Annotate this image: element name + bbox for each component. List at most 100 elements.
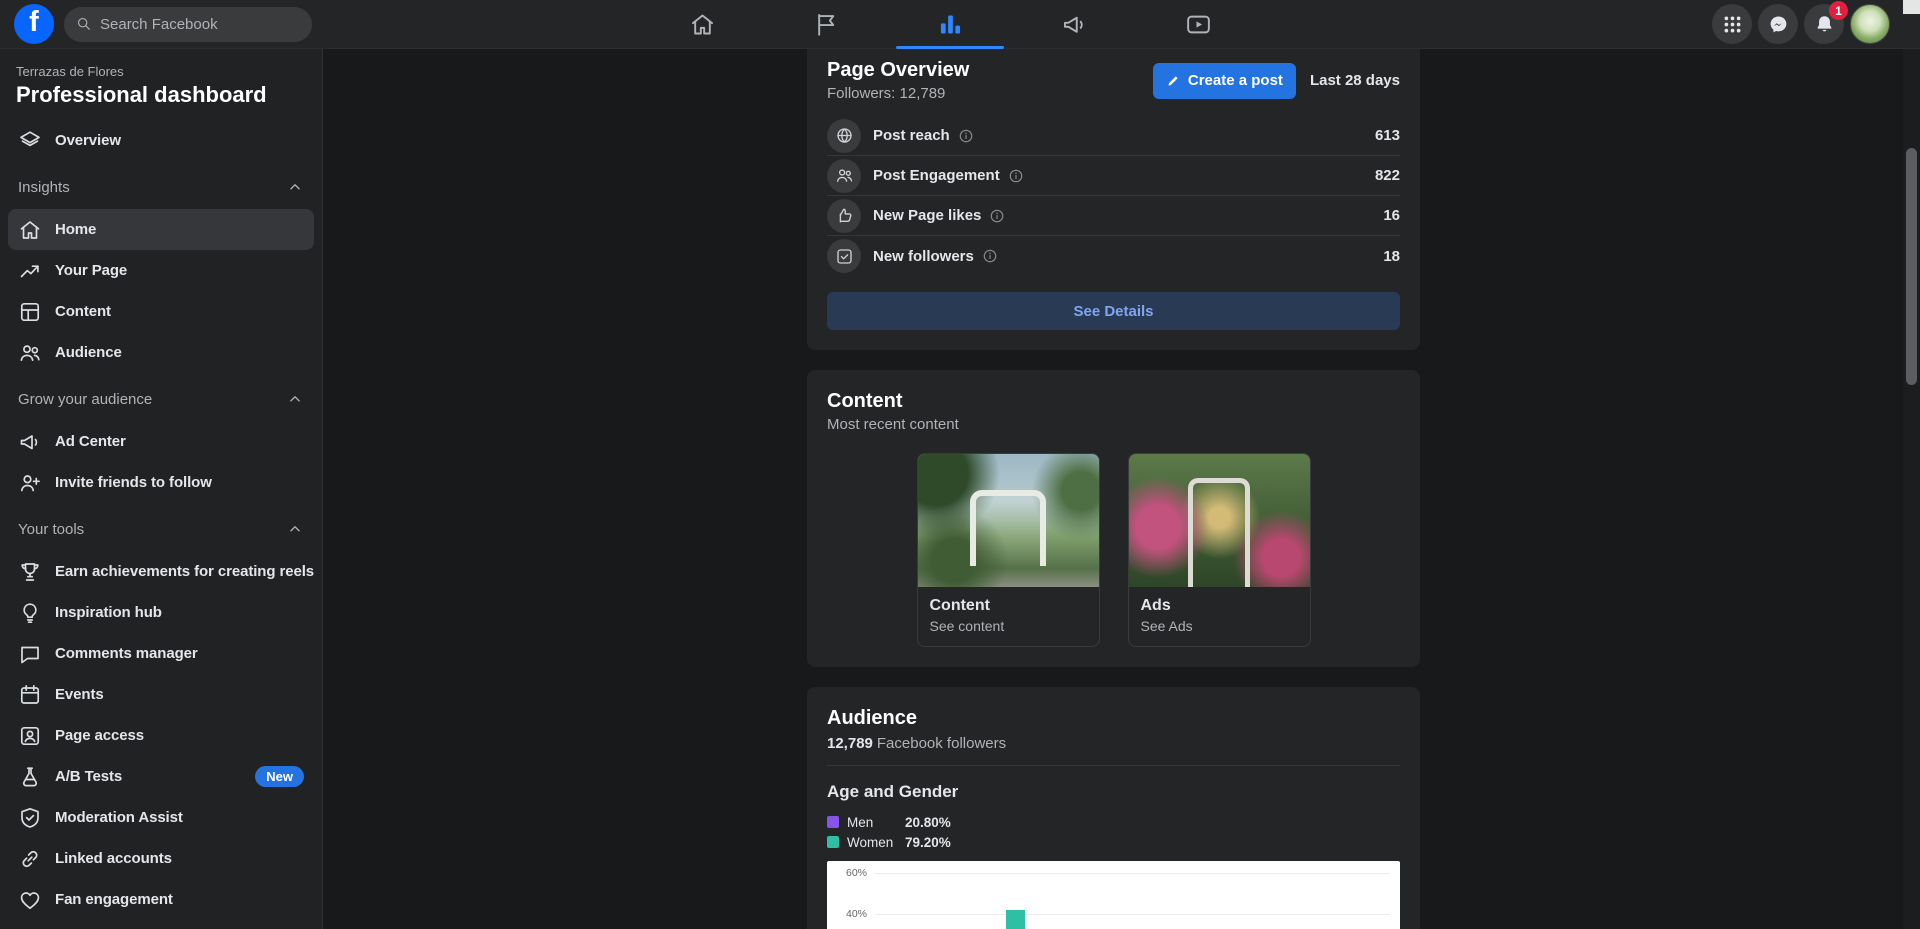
sidebar-item-label: Your Page <box>55 262 128 279</box>
info-icon[interactable] <box>958 128 974 144</box>
messenger-icon <box>1768 14 1789 35</box>
nav-tab-video[interactable] <box>1136 0 1260 49</box>
period-label[interactable]: Last 28 days <box>1310 72 1400 89</box>
invite-icon <box>18 471 42 495</box>
section-label: Grow your audience <box>18 390 153 408</box>
content-title: Content <box>827 390 903 412</box>
globe-icon <box>827 118 861 153</box>
new-badge: New <box>255 766 304 787</box>
page-overview-card: Page Overview Followers: 12,789 Create a… <box>807 49 1420 350</box>
sidebar-item-linked-accounts[interactable]: Linked accounts <box>8 838 314 879</box>
content-subtitle: Most recent content <box>827 416 959 433</box>
sidebar-item-audience[interactable]: Audience <box>8 332 314 373</box>
tile-link[interactable]: See content <box>930 618 1087 634</box>
search-input[interactable] <box>100 15 300 33</box>
tile-text: Ads See Ads <box>1129 587 1310 646</box>
flag-icon <box>813 11 840 38</box>
sidebar-header: Terrazas de Flores Professional dashboar… <box>0 49 322 114</box>
legend-share: 20.80% <box>905 814 951 830</box>
check-icon <box>827 239 861 273</box>
legend-share: 79.20% <box>905 834 951 850</box>
sidebar-item-content[interactable]: Content <box>8 291 314 332</box>
see-details-button[interactable]: See Details <box>827 292 1400 330</box>
metric-value: 18 <box>1383 247 1400 265</box>
sidebar-item-earn-achievements-for-creating-reels[interactable]: Earn achievements for creating reels <box>8 551 314 592</box>
top-nav <box>640 0 1260 49</box>
pencil-icon <box>1166 73 1181 88</box>
profile-avatar[interactable] <box>1850 4 1890 44</box>
sidebar-section-insights[interactable]: Insights <box>8 165 314 209</box>
apps-menu-button[interactable] <box>1712 4 1752 44</box>
sidebar-item-label: Events <box>55 686 104 703</box>
section-label: Insights <box>18 178 70 196</box>
nav-tab-ads[interactable] <box>1012 0 1136 49</box>
sidebar-item-inspiration-hub[interactable]: Inspiration hub <box>8 592 314 633</box>
window-scrollbar[interactable] <box>1903 49 1920 929</box>
info-icon[interactable] <box>1008 168 1024 184</box>
trophy-icon <box>18 560 42 584</box>
nav-tab-pages[interactable] <box>764 0 888 49</box>
info-icon[interactable] <box>989 208 1005 224</box>
tile-link[interactable]: See Ads <box>1141 618 1298 634</box>
sidebar-item-label: A/B Tests <box>55 768 123 785</box>
search-bar[interactable] <box>64 6 312 42</box>
age-gender-heading: Age and Gender <box>827 782 959 801</box>
nav-tab-insights[interactable] <box>888 0 1012 49</box>
search-icon <box>76 16 92 32</box>
content-tiles: Content See content Ads See Ads <box>827 453 1400 647</box>
sidebar-item-a-b-tests[interactable]: A/B Tests New <box>8 756 314 797</box>
content-column: Page Overview Followers: 12,789 Create a… <box>807 49 1420 929</box>
video-icon <box>1185 11 1212 38</box>
messenger-button[interactable] <box>1758 4 1798 44</box>
nav-tab-home[interactable] <box>640 0 764 49</box>
people-icon-glyph <box>835 166 854 185</box>
sidebar-item-your-page[interactable]: Your Page <box>8 250 314 291</box>
chart-legend: Men 20.80% Women 79.20% <box>827 812 1400 852</box>
check-icon-glyph <box>835 247 854 266</box>
main-content: Page Overview Followers: 12,789 Create a… <box>324 49 1903 929</box>
megaphone-icon <box>1061 11 1088 38</box>
chevron-up-icon <box>286 390 304 408</box>
create-post-label: Create a post <box>1187 72 1283 89</box>
sidebar-item-invite-friends-to-follow[interactable]: Invite friends to follow <box>8 462 314 503</box>
content-card: Content Most recent content Content See c… <box>807 370 1420 667</box>
sidebar-section-grow-your-audience[interactable]: Grow your audience <box>8 377 314 421</box>
create-post-button[interactable]: Create a post <box>1152 62 1296 99</box>
sidebar-item-events[interactable]: Events <box>8 674 314 715</box>
followers-count: 12,789 <box>827 735 873 752</box>
link-icon <box>18 847 42 871</box>
facebook-logo[interactable]: f <box>14 4 54 44</box>
grid-icon <box>1722 14 1743 35</box>
content-tile-ads[interactable]: Ads See Ads <box>1127 453 1311 647</box>
sidebar-section-your-tools[interactable]: Your tools <box>8 507 314 551</box>
heart-icon <box>18 888 42 912</box>
overview-header: Page Overview Followers: 12,789 Create a… <box>827 59 1400 102</box>
shield-icon <box>18 806 42 830</box>
sidebar-item-label: Moderation Assist <box>55 809 183 826</box>
thumb-icon-glyph <box>835 206 854 225</box>
sidebar-item-label: Comments manager <box>55 645 198 662</box>
sidebar-item-ad-center[interactable]: Ad Center <box>8 421 314 462</box>
y-axis-tick: 60% <box>845 867 867 879</box>
metric-row-new-followers: New followers 18 <box>827 236 1400 276</box>
sidebar-item-moderation-assist[interactable]: Moderation Assist <box>8 797 314 838</box>
sidebar-item-page-recommendation[interactable]: Page recommendation <box>8 920 314 929</box>
tile-label: Content <box>929 597 990 614</box>
content-tile-content[interactable]: Content See content <box>916 453 1100 647</box>
sidebar-item-label: Earn achievements for creating reels <box>55 563 314 580</box>
followers-label: Facebook followers <box>876 735 1007 752</box>
sidebar-item-comments-manager[interactable]: Comments manager <box>8 633 314 674</box>
metric-label: New followers <box>873 247 974 265</box>
scrollbar-thumb[interactable] <box>1906 148 1917 385</box>
sidebar-item-home[interactable]: Home <box>8 209 314 250</box>
notifications-button[interactable]: 1 <box>1804 1 1848 44</box>
trend-icon <box>18 259 42 283</box>
info-icon[interactable] <box>982 248 998 264</box>
sidebar-item-label: Linked accounts <box>55 850 172 867</box>
sidebar-item-overview[interactable]: Overview <box>8 120 314 161</box>
metric-value: 16 <box>1383 207 1400 224</box>
sidebar-item-fan-engagement[interactable]: Fan engagement <box>8 879 314 920</box>
bar-group-25-34 <box>982 909 1026 929</box>
tile-thumbnail <box>917 454 1099 587</box>
sidebar-item-page-access[interactable]: Page access <box>8 715 314 756</box>
